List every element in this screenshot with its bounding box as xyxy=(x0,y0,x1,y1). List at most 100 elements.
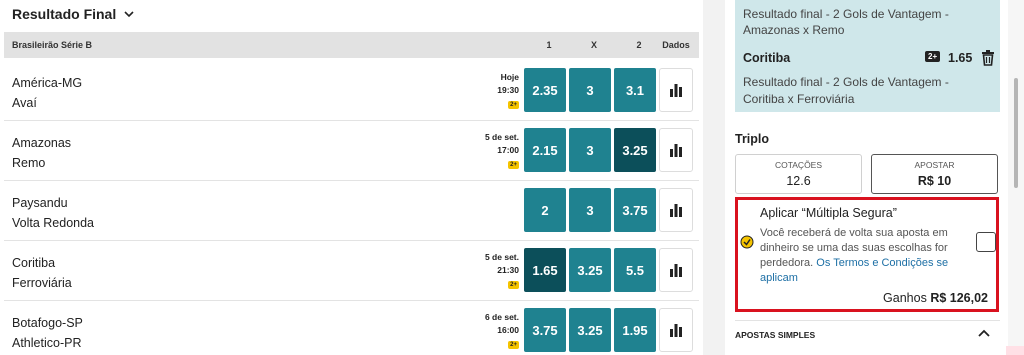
multipla-text: Você receberá de volta sua aposta em din… xyxy=(760,227,949,284)
two-goals-badge: 2+ xyxy=(508,341,519,349)
odds-draw-button[interactable]: 3 xyxy=(569,68,611,112)
match-row: América-MG Avaí Hoje 19:30 2+ 2.35 3 3.1 xyxy=(4,61,699,121)
stats-button[interactable] xyxy=(659,68,693,112)
bar-chart-icon xyxy=(670,324,682,337)
away-team: Athletico-PR xyxy=(12,336,82,350)
gain-label: Ganhos xyxy=(883,291,927,305)
chevron-down-icon xyxy=(124,11,134,18)
match-teams[interactable]: Coritiba Ferroviária xyxy=(12,253,72,293)
odds-home-button[interactable]: 3.75 xyxy=(524,308,566,352)
match-teams[interactable]: Amazonas Remo xyxy=(12,133,71,173)
two-goals-badge: 2+ xyxy=(508,101,519,109)
league-header: Brasileirão Série B 1 X 2 Dados xyxy=(4,32,699,58)
match-row: Botafogo-SP Athletico-PR 6 de set. 16:00 2+ 3… xyxy=(4,301,699,355)
away-team: Avaí xyxy=(12,96,37,110)
home-team: Botafogo-SP xyxy=(12,316,83,330)
stake-input[interactable]: APOSTAR R$ 10 xyxy=(871,154,998,194)
betslip-selections: Resultado final - 2 Gols de Vantagem - A… xyxy=(735,0,1000,112)
page: Resultado Final Brasileirão Série B 1 X … xyxy=(0,0,1024,355)
odds-draw-button[interactable]: 3 xyxy=(569,128,611,172)
col-stats: Dados xyxy=(662,40,690,50)
col-draw: X xyxy=(590,40,597,50)
odds-away-button[interactable]: 3.1 xyxy=(614,68,656,112)
multipla-segura-box: Aplicar “Múltipla Segura” Você receberá … xyxy=(735,197,999,312)
bar-chart-icon xyxy=(670,264,682,277)
bar-chart-icon xyxy=(670,84,682,97)
cotacoes-box: COTAÇÕES 12.6 xyxy=(735,154,862,194)
apostas-simples-header[interactable]: APOSTAS SIMPLES xyxy=(735,320,1000,346)
home-team: América-MG xyxy=(12,76,83,90)
two-goals-badge: 2+ xyxy=(508,281,519,289)
match-time: 5 de set. 21:30 2+ xyxy=(485,251,519,290)
match-hour: 19:30 xyxy=(497,85,519,95)
home-team: Paysandu xyxy=(12,196,68,210)
markets-panel: Resultado Final Brasileirão Série B 1 X … xyxy=(0,0,703,355)
match-date: 5 de set. xyxy=(484,252,519,262)
match-time: 5 de set. 17:00 2+ xyxy=(485,131,519,170)
section-title: Resultado Final xyxy=(12,6,117,22)
terms-link[interactable]: Os Termos e Condições se xyxy=(816,257,948,269)
selection-team: Coritiba xyxy=(743,51,791,65)
odds-home-button[interactable]: 2.35 xyxy=(524,68,566,112)
chevron-up-icon xyxy=(978,329,990,337)
odds-home-button[interactable]: 1.65 xyxy=(524,248,566,292)
stats-button[interactable] xyxy=(659,308,693,352)
stats-button[interactable] xyxy=(659,188,693,232)
apostar-label: APOSTAR xyxy=(914,160,955,170)
trash-icon[interactable] xyxy=(981,50,995,66)
cotacoes-label: COTAÇÕES xyxy=(774,160,823,170)
odds-draw-button[interactable]: 3.25 xyxy=(569,248,611,292)
league-name: Brasileirão Série B xyxy=(12,40,93,50)
match-row: Coritiba Ferroviária 5 de set. 21:30 2+ 1.65 3… xyxy=(4,241,699,301)
bet-type-label: Triplo xyxy=(735,132,770,146)
multipla-checkbox[interactable] xyxy=(976,232,996,252)
cotacoes-value: 12.6 xyxy=(786,174,811,188)
away-team: Remo xyxy=(12,156,46,170)
stats-button[interactable] xyxy=(659,248,693,292)
gain-summary: Ganhos R$ 126,02 xyxy=(883,291,988,305)
odds-away-button[interactable]: 1.95 xyxy=(614,308,656,352)
match-date: 6 de set. xyxy=(484,312,519,322)
col-away: 2 xyxy=(636,40,642,50)
match-teams[interactable]: Paysandu Volta Redonda xyxy=(12,193,94,233)
match-date: Hoje xyxy=(500,72,519,82)
match-date: 5 de set. xyxy=(484,132,519,142)
match-row: Amazonas Remo 5 de set. 17:00 2+ 2.15 3 3.25 xyxy=(4,121,699,181)
bar-chart-icon xyxy=(670,204,682,217)
match-teams[interactable]: Botafogo-SP Athletico-PR xyxy=(12,313,83,353)
selection-desc: Resultado final - 2 Gols de Vantagem - C… xyxy=(743,75,949,106)
bottom-strip xyxy=(1006,346,1024,355)
shield-coin-icon xyxy=(740,235,754,249)
home-team: Coritiba xyxy=(12,256,56,270)
match-time: 6 de set. 16:00 2+ xyxy=(485,311,519,350)
odds-draw-button[interactable]: 3 xyxy=(569,188,611,232)
stats-button[interactable] xyxy=(659,128,693,172)
multipla-title: Aplicar “Múltipla Segura” xyxy=(760,206,897,220)
odds-draw-button[interactable]: 3.25 xyxy=(569,308,611,352)
odds-home-button[interactable]: 2 xyxy=(524,188,566,232)
match-hour: 17:00 xyxy=(497,145,519,155)
panel-gutter xyxy=(703,0,725,355)
odds-home-button[interactable]: 2.15 xyxy=(524,128,566,172)
apostar-value: R$ 10 xyxy=(917,174,952,188)
col-home: 1 xyxy=(546,40,552,50)
terms-link-cont[interactable]: aplicam xyxy=(760,272,798,284)
section-header[interactable]: Resultado Final xyxy=(0,0,703,28)
home-team: Amazonas xyxy=(12,136,72,150)
prev-selection-desc: Resultado final - 2 Gols de Vantagem - A… xyxy=(743,7,949,37)
odds-away-button[interactable]: 5.5 xyxy=(614,248,656,292)
betslip-panel: Resultado final - 2 Gols de Vantagem - A… xyxy=(725,0,1008,355)
bar-chart-icon xyxy=(670,144,682,157)
match-hour: 16:00 xyxy=(497,325,519,335)
match-time: Hoje 19:30 2+ xyxy=(497,71,519,110)
match-row: Paysandu Volta Redonda 2 3 3.75 xyxy=(4,181,699,241)
gain-value: R$ 126,02 xyxy=(930,291,988,305)
two-goals-badge: 2+ xyxy=(508,161,519,169)
away-team: Ferroviária xyxy=(12,276,72,290)
scrollbar-thumb[interactable] xyxy=(1014,78,1018,188)
away-team: Volta Redonda xyxy=(12,216,95,230)
odds-away-button[interactable]: 3.25 xyxy=(614,128,656,172)
match-teams[interactable]: América-MG Avaí xyxy=(12,73,82,113)
odds-away-button[interactable]: 3.75 xyxy=(614,188,656,232)
apostas-simples-label: APOSTAS SIMPLES xyxy=(735,330,816,340)
